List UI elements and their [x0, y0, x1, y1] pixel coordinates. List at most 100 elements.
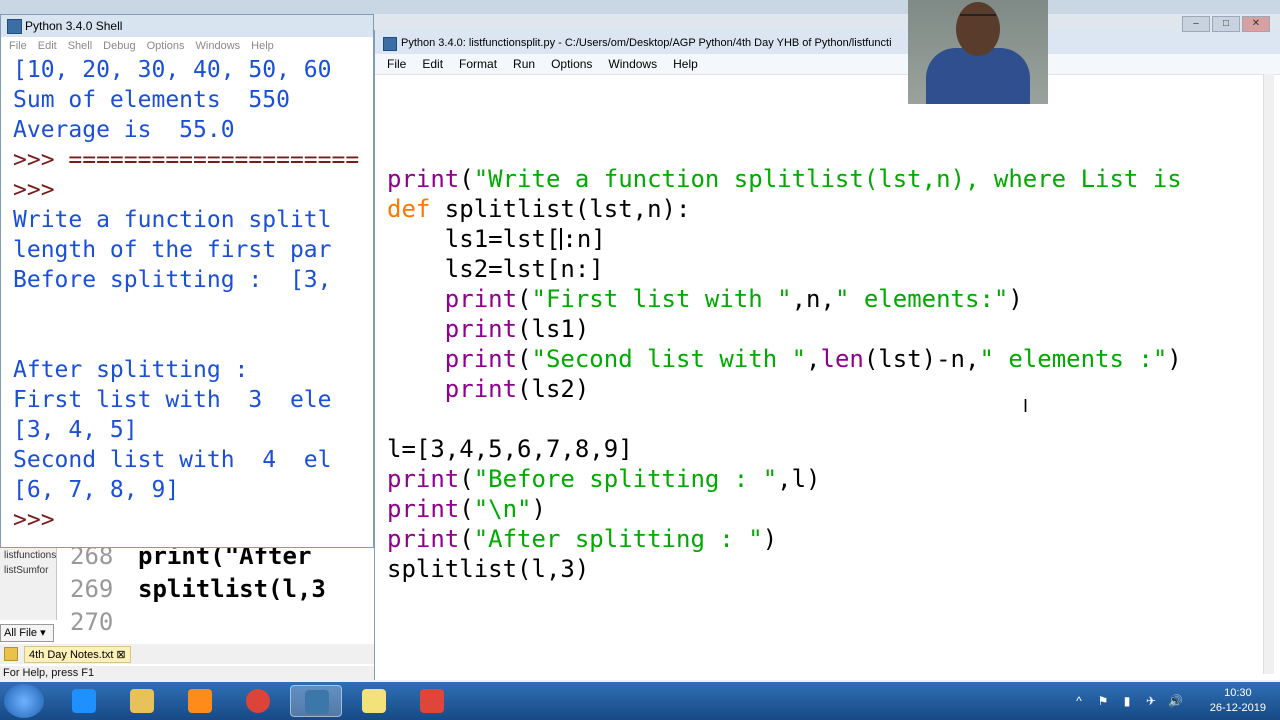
shell-titlebar[interactable]: Python 3.4.0 Shell [1, 15, 373, 37]
builtin-token: print [387, 495, 460, 523]
code-line: print("After splitting : ") [387, 524, 1182, 554]
file-list-item[interactable]: listSumfor [0, 563, 56, 578]
code-line: print("Before splitting : ",l) [387, 464, 1182, 494]
menu-item-help[interactable]: Help [673, 57, 698, 71]
tray-icon[interactable]: 🔊 [1168, 694, 1183, 708]
menu-item-format[interactable]: Format [459, 57, 497, 71]
menu-item-windows[interactable]: Windows [608, 57, 657, 71]
builtin-token: print [444, 315, 518, 343]
builtin-token: print [444, 375, 518, 403]
maximize-icon: □ [1222, 18, 1230, 29]
code-token: (lst)-n, [863, 345, 980, 373]
file-explorer-taskbar-button[interactable] [116, 685, 168, 717]
string-token: " elements :" [979, 345, 1168, 373]
menu-item-edit[interactable]: Edit [422, 57, 443, 71]
code-line: print("Write a function splitlist(lst,n)… [387, 164, 1182, 194]
builtin-token: print [444, 285, 518, 313]
menu-item-run[interactable]: Run [513, 57, 535, 71]
file-filter-label: All File [4, 627, 38, 639]
code-token: ( [459, 525, 474, 553]
code-token: :n] [562, 225, 606, 253]
minimize-button[interactable]: – [1182, 16, 1210, 32]
python-taskbar-button[interactable] [290, 685, 342, 717]
file-filter-select[interactable]: All File ▾ [0, 624, 54, 642]
shell-line: >>> [13, 507, 55, 533]
code-line: print(ls1) [387, 314, 1182, 344]
builtin-token: len [820, 345, 864, 373]
shell-line: First list with 3 ele [13, 387, 332, 413]
shell-line: [10, 20, 30, 40, 50, 60 [13, 57, 332, 83]
editor-menubar: File Edit Format Run Options Windows Help [375, 54, 1280, 75]
tray-icon[interactable]: ✈ [1144, 694, 1158, 708]
tab-notes-file[interactable]: 4th Day Notes.txt ⊠ [24, 646, 131, 663]
code-editor-area[interactable]: print("Write a function splitlist(lst,n)… [387, 164, 1182, 584]
string-token: "Write a function splitlist(lst,n), wher… [473, 165, 1182, 193]
tray-icon[interactable]: ▮ [1120, 694, 1134, 708]
code-token: ) [762, 525, 778, 553]
close-button[interactable]: ✕ [1242, 16, 1270, 32]
internet-explorer-taskbar-button[interactable] [58, 685, 110, 717]
menu-item-file[interactable]: File [9, 40, 27, 52]
code-token: ) [1167, 345, 1182, 373]
media-player-icon [188, 689, 212, 713]
menu-item-debug[interactable]: Debug [103, 40, 135, 52]
shell-line: Before splitting : [3, [13, 267, 332, 293]
notes-tab-bar: 4th Day Notes.txt ⊠ [0, 644, 374, 664]
shell-line: [3, 4, 5] [13, 417, 138, 443]
string-token: "Before splitting : " [473, 465, 778, 493]
line-number: 269 [70, 575, 114, 603]
menu-item-help[interactable]: Help [251, 40, 274, 52]
tray-icon[interactable]: ^ [1072, 694, 1086, 708]
tab-notes-label: 4th Day Notes.txt [29, 649, 114, 661]
builtin-token: print [387, 465, 460, 493]
notes-taskbar-button[interactable] [348, 685, 400, 717]
menu-item-windows[interactable]: Windows [196, 40, 241, 52]
code-token: ls1=lst[ [387, 225, 561, 253]
chrome-taskbar-button[interactable] [232, 685, 284, 717]
media-player-taskbar-button[interactable] [174, 685, 226, 717]
file-explorer-icon [130, 689, 154, 713]
eraser-app-taskbar-button[interactable] [406, 685, 458, 717]
background-code-line [138, 606, 326, 639]
background-line-numbers: 268 269 270 [70, 540, 113, 639]
code-line: l=[3,4,5,6,7,8,9] [387, 434, 1182, 464]
editor-titlebar[interactable]: Python 3.4.0: listfunctionsplit.py - C:/… [375, 30, 1280, 54]
shell-title: Python 3.4.0 Shell [25, 19, 123, 33]
clock-time: 10:30 [1224, 687, 1252, 699]
string-token: "After splitting : " [473, 525, 763, 553]
string-token: "\n" [473, 495, 532, 523]
start-button[interactable] [4, 684, 44, 718]
background-code: print("After splitlist(l,3 [138, 540, 326, 639]
shell-line: >>> [13, 177, 55, 203]
background-code-line: splitlist(l,3 [138, 575, 326, 603]
code-line: def splitlist(lst,n): [387, 194, 1182, 224]
file-list-item[interactable]: listfunctionsplit [0, 548, 56, 563]
tray-icon[interactable]: ⚑ [1096, 694, 1110, 708]
string-token: "Second list with " [531, 345, 807, 373]
code-token: (ls1) [517, 315, 590, 343]
maximize-button[interactable]: □ [1212, 16, 1240, 32]
shell-line: Sum of elements 550 [13, 87, 290, 113]
code-line: print("First list with ",n," elements:") [387, 284, 1182, 314]
shell-output[interactable]: [10, 20, 30, 40, 50, 60 Sum of elements 5… [13, 55, 373, 535]
python-icon [383, 37, 397, 51]
builtin-token: print [387, 165, 460, 193]
menu-item-edit[interactable]: Edit [38, 40, 57, 52]
code-line: splitlist(l,3) [387, 554, 1182, 584]
taskbar: 10:30 26-12-2019 ^ ⚑ ▮ ✈ 🔊 [0, 682, 1280, 720]
internet-explorer-icon [72, 689, 96, 713]
menu-item-shell[interactable]: Shell [68, 40, 92, 52]
shell-line: Second list with 4 el [13, 447, 332, 473]
webcam-overlay [908, 0, 1048, 104]
code-token: ) [531, 495, 546, 523]
code-line: print("Second list with ",len(lst)-n," e… [387, 344, 1182, 374]
menu-item-options[interactable]: Options [551, 57, 592, 71]
menu-item-file[interactable]: File [387, 57, 406, 71]
vertical-scrollbar[interactable] [1263, 74, 1274, 674]
system-tray: 10:30 26-12-2019 ^ ⚑ ▮ ✈ 🔊 [1060, 682, 1280, 720]
eraser-app-icon [420, 689, 444, 713]
menu-item-options[interactable]: Options [147, 40, 185, 52]
clock[interactable]: 10:30 26-12-2019 [1210, 686, 1266, 716]
